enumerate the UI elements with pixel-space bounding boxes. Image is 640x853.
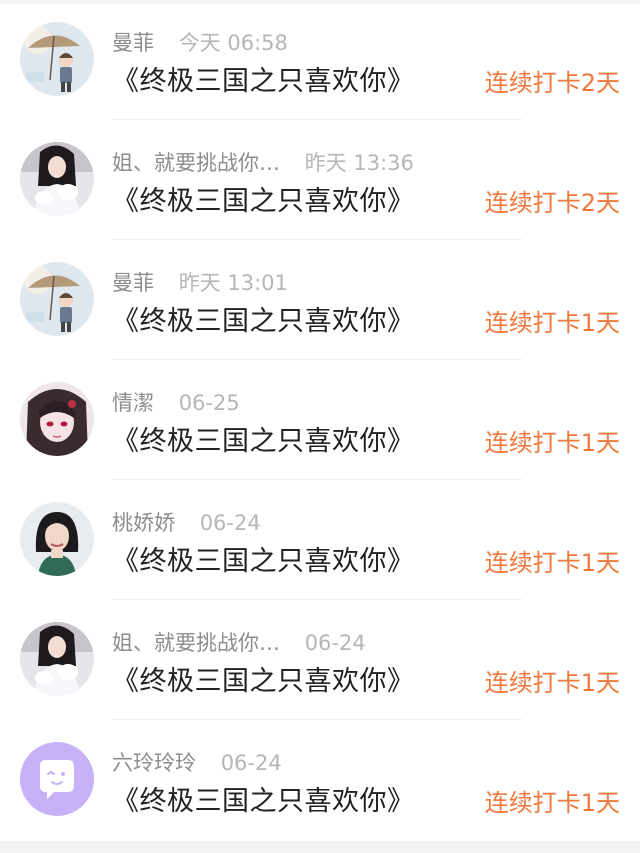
list-item[interactable]: 情潔 06-25 《终极三国之只喜欢你》 连续打卡1天	[0, 360, 640, 480]
timestamp: 06-24	[304, 631, 366, 655]
avatar[interactable]	[20, 262, 94, 336]
chat-bubble-icon	[20, 742, 94, 816]
woman-portrait-icon	[20, 502, 94, 576]
timestamp: 今天 06:58	[178, 31, 288, 55]
timestamp: 昨天 13:36	[304, 151, 414, 175]
book-title[interactable]: 《终极三国之只喜欢你》	[112, 302, 415, 342]
username[interactable]: 曼菲	[112, 28, 154, 58]
streak-label: 连续打卡1天	[484, 429, 620, 457]
book-title[interactable]: 《终极三国之只喜欢你》	[112, 542, 415, 582]
list-item[interactable]: 桃娇娇 06-24 《终极三国之只喜欢你》 连续打卡1天	[0, 480, 640, 600]
streak-label: 连续打卡1天	[484, 669, 620, 697]
anime-boy-umbrella-icon	[20, 22, 94, 96]
avatar[interactable]	[20, 22, 94, 96]
timestamp: 06-25	[178, 391, 240, 415]
avatar[interactable]	[20, 742, 94, 816]
list-item[interactable]: 曼菲 今天 06:58 《终极三国之只喜欢你》 连续打卡2天	[0, 0, 640, 120]
streak-label: 连续打卡1天	[484, 309, 620, 337]
bottom-gap	[0, 841, 640, 853]
avatar[interactable]	[20, 142, 94, 216]
username[interactable]: 姐、就要挑战你…	[112, 628, 280, 658]
book-title[interactable]: 《终极三国之只喜欢你》	[112, 782, 415, 822]
checkin-list: 曼菲 今天 06:58 《终极三国之只喜欢你》 连续打卡2天 姐、就要挑战你… …	[0, 0, 640, 853]
book-title[interactable]: 《终极三国之只喜欢你》	[112, 62, 415, 102]
timestamp: 06-24	[199, 511, 261, 535]
girl-white-dress-icon	[20, 142, 94, 216]
avatar[interactable]	[20, 382, 94, 456]
list-item[interactable]: 姐、就要挑战你… 昨天 13:36 《终极三国之只喜欢你》 连续打卡2天	[0, 120, 640, 240]
list-item[interactable]: 姐、就要挑战你… 06-24 《终极三国之只喜欢你》 连续打卡1天	[0, 600, 640, 720]
list-item[interactable]: 曼菲 昨天 13:01 《终极三国之只喜欢你》 连续打卡1天	[0, 240, 640, 360]
username[interactable]: 曼菲	[112, 268, 154, 298]
girl-white-dress-icon	[20, 622, 94, 696]
book-title[interactable]: 《终极三国之只喜欢你》	[112, 422, 415, 462]
username[interactable]: 情潔	[112, 388, 154, 418]
streak-label: 连续打卡1天	[484, 789, 620, 817]
anime-girl-red-eyes-icon	[20, 382, 94, 456]
book-title[interactable]: 《终极三国之只喜欢你》	[112, 662, 415, 702]
username[interactable]: 姐、就要挑战你…	[112, 148, 280, 178]
avatar[interactable]	[20, 622, 94, 696]
timestamp: 06-24	[220, 751, 282, 775]
streak-label: 连续打卡1天	[484, 549, 620, 577]
streak-label: 连续打卡2天	[484, 69, 620, 97]
timestamp: 昨天 13:01	[178, 271, 288, 295]
list-item[interactable]: 六玲玲玲 06-24 《终极三国之只喜欢你》 连续打卡1天	[0, 720, 640, 840]
username[interactable]: 桃娇娇	[112, 508, 175, 538]
book-title[interactable]: 《终极三国之只喜欢你》	[112, 182, 415, 222]
streak-label: 连续打卡2天	[484, 189, 620, 217]
avatar[interactable]	[20, 502, 94, 576]
username[interactable]: 六玲玲玲	[112, 748, 196, 778]
anime-boy-umbrella-icon	[20, 262, 94, 336]
